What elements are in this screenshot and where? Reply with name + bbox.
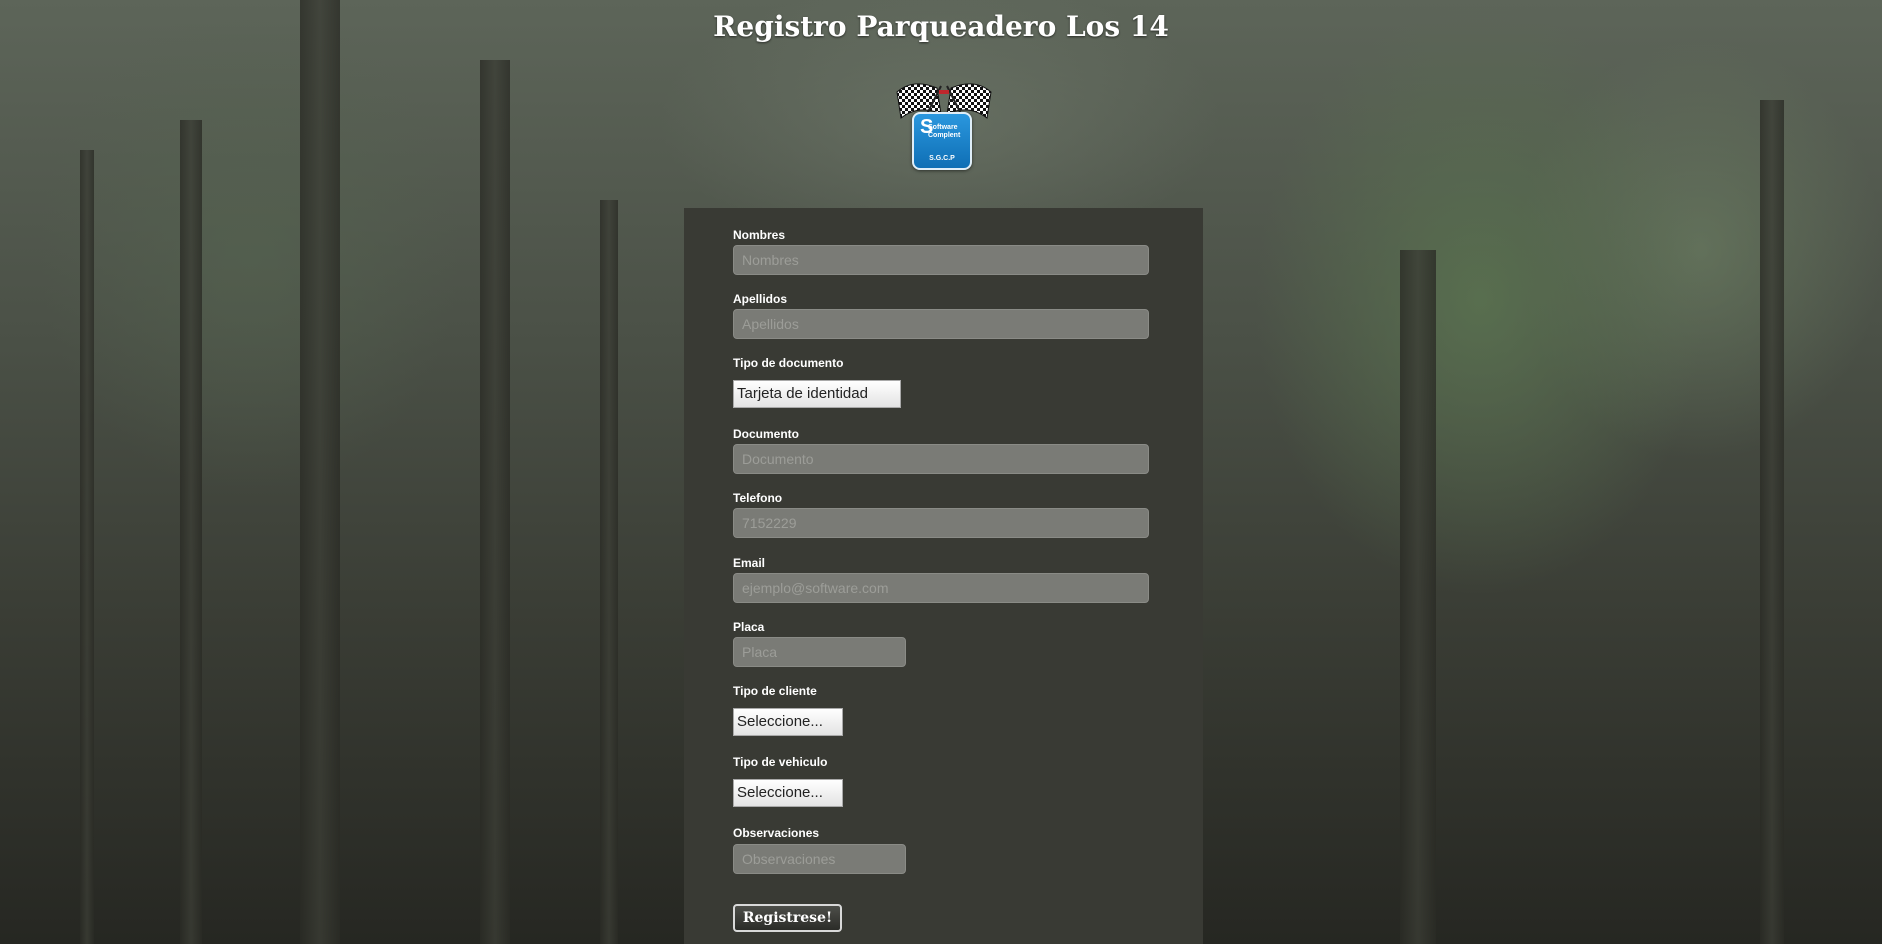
tree-trunk	[480, 60, 510, 944]
tree-trunk	[180, 120, 202, 944]
tree-trunk	[80, 150, 94, 944]
email-input[interactable]	[733, 573, 1149, 603]
nombres-label: Nombres	[733, 228, 786, 242]
tree-trunk	[1400, 250, 1436, 944]
documento-label: Documento	[733, 427, 799, 441]
logo-badge: S Software Complent S.G.C.P	[912, 112, 972, 170]
tree-trunk	[600, 200, 618, 944]
observaciones-label: Observaciones	[733, 826, 820, 840]
telefono-input[interactable]	[733, 508, 1149, 538]
logo-acronym: S.G.C.P	[929, 155, 955, 162]
tipo-vehiculo-select[interactable]: Seleccione...	[733, 779, 843, 807]
tipo-cliente-select[interactable]: Seleccione...	[733, 708, 843, 736]
tipo-cliente-label: Tipo de cliente	[733, 684, 817, 698]
observaciones-input[interactable]	[733, 844, 906, 874]
tipo-documento-select[interactable]: Tarjeta de identidad	[733, 380, 901, 408]
logo-brand-line1: Software	[928, 124, 958, 131]
tree-trunk	[1760, 100, 1784, 944]
tipo-documento-label: Tipo de documento	[733, 356, 844, 370]
apellidos-label: Apellidos	[733, 292, 788, 306]
documento-input[interactable]	[733, 444, 1149, 474]
nombres-input[interactable]	[733, 245, 1149, 275]
placa-label: Placa	[733, 620, 765, 634]
apellidos-input[interactable]	[733, 309, 1149, 339]
register-button[interactable]: Registrese!	[733, 904, 842, 932]
placa-input[interactable]	[733, 637, 906, 667]
logo-brand-line2: Complent	[928, 132, 961, 139]
email-label: Email	[733, 556, 766, 570]
logo-brand: Software Complent	[928, 124, 960, 140]
page-title: Registro Parqueadero Los 14	[713, 10, 1169, 43]
tipo-vehiculo-label: Tipo de vehiculo	[733, 755, 828, 769]
telefono-label: Telefono	[733, 491, 783, 505]
logo: S Software Complent S.G.C.P	[893, 78, 995, 172]
tree-trunk	[300, 0, 340, 944]
